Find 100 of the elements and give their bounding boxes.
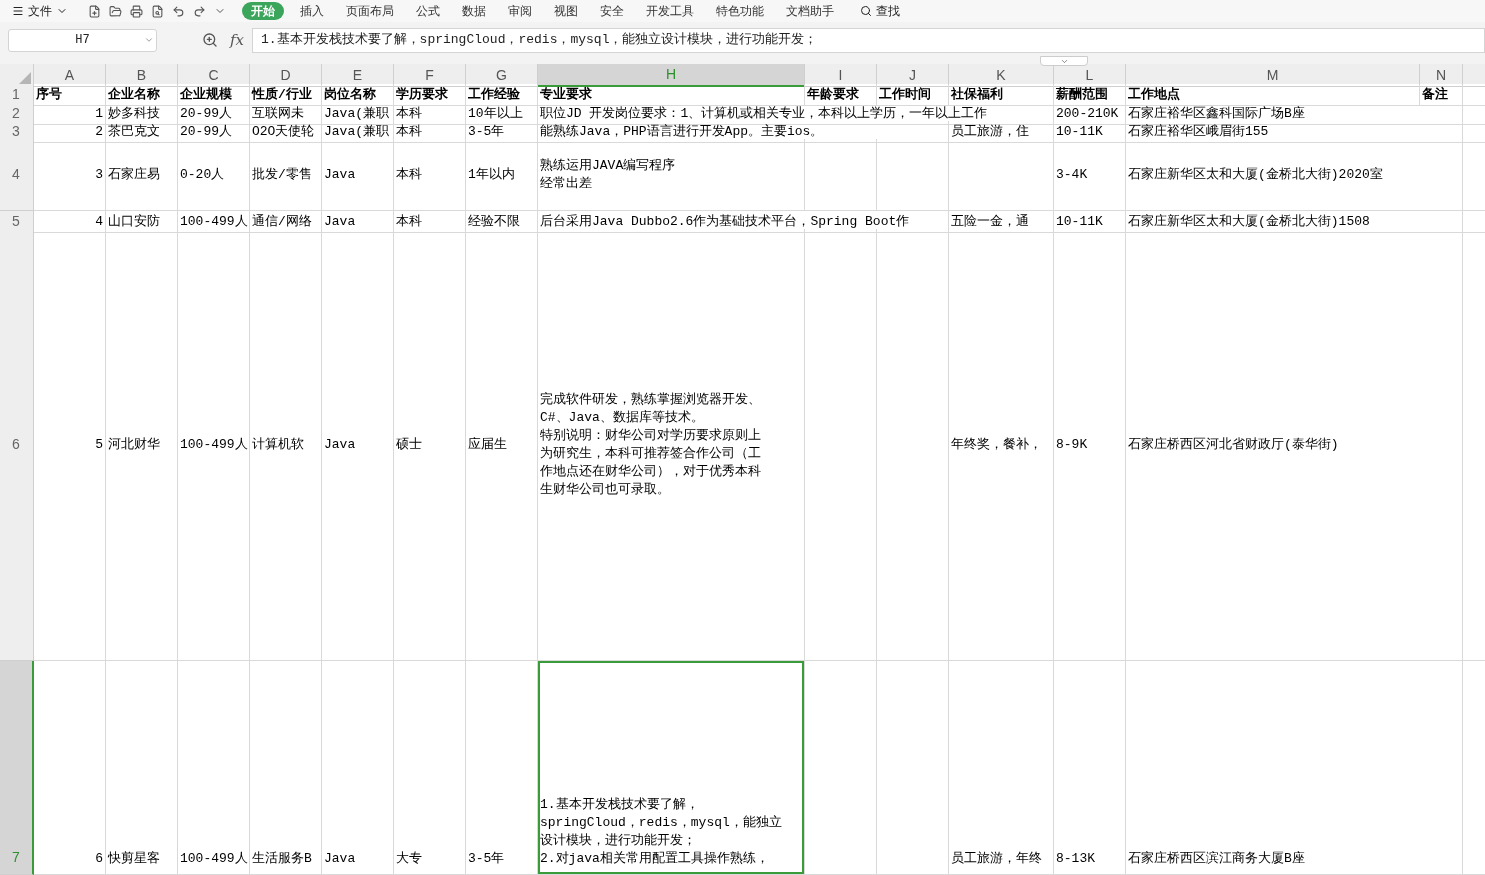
table-cell[interactable]: 10年以上 [466,103,538,125]
name-box[interactable]: H7 [8,28,157,52]
header-cell[interactable]: 岗位名称 [322,84,394,106]
table-cell[interactable]: 100-499人 [178,229,250,661]
table-cell[interactable]: 20-99人 [178,121,250,143]
table-cell[interactable]: 10-11K [1054,121,1126,143]
table-cell[interactable]: 10-11K [1054,211,1126,233]
printer-icon[interactable] [130,4,143,18]
table-cell[interactable]: 能熟练Java，PHP语言进行开发App。主要ios。 [538,121,949,143]
column-header[interactable]: F [394,64,466,87]
table-cell[interactable]: 后台采用Java Dubbo2.6作为基础技术平台，Spring Boot作 [538,211,949,233]
new-file-icon[interactable] [88,4,101,18]
table-cell[interactable]: 河北财华 [106,229,178,661]
table-cell[interactable]: 100-499人 [178,211,250,233]
column-header[interactable]: B [106,64,178,87]
table-cell[interactable]: 3-4K [1054,139,1126,211]
formula-field[interactable]: 1.基本开发栈技术要了解，springCloud，redis，mysql，能独立设计模块，进行功能开发； [252,27,1485,53]
zoom-icon[interactable] [202,32,218,48]
header-cell[interactable]: 薪酬范围 [1054,84,1126,106]
table-cell[interactable]: Java [322,229,394,661]
table-cell[interactable]: 本科 [394,139,466,211]
file-search-icon[interactable] [151,4,164,18]
table-cell[interactable]: 经验不限 [466,211,538,233]
table-cell[interactable]: 计算机软 [250,229,322,661]
column-header[interactable]: N [1420,64,1463,87]
table-cell[interactable]: Java(兼职 [322,121,394,143]
ribbon-tab[interactable]: 公式 [410,2,446,20]
header-cell[interactable]: 工作地点 [1126,84,1420,106]
table-cell[interactable]: 熟练运用JAVA编写程序 经常出差 [538,139,805,211]
table-cell[interactable]: 茶巴克文 [106,121,178,143]
header-cell[interactable]: 工作时间 [877,84,949,106]
ribbon-tab[interactable]: 视图 [548,2,584,20]
table-cell[interactable]: 年终奖，餐补， [949,229,1054,661]
table-cell[interactable]: 3 [34,139,106,211]
table-cell[interactable]: 本科 [394,121,466,143]
header-cell[interactable]: 企业名称 [106,84,178,106]
table-cell[interactable]: 石家庄裕华区峨眉街155 [1126,121,1463,143]
column-header[interactable]: A [34,64,106,87]
ribbon-tab[interactable]: 安全 [594,2,630,20]
table-cell[interactable]: 石家庄裕华区鑫科国际广场B座 [1126,103,1463,125]
folder-icon[interactable] [109,4,122,18]
table-cell[interactable]: 100-499人 [178,661,250,875]
column-header[interactable]: L [1054,64,1126,87]
table-cell[interactable]: Java(兼职 [322,103,394,125]
table-cell[interactable]: 0-20人 [178,139,250,211]
ribbon-tab[interactable]: 审阅 [502,2,538,20]
ribbon-tab[interactable]: 页面布局 [340,2,400,20]
table-cell[interactable]: 职位JD 开发岗位要求：1、计算机或相关专业，本科以上学历，一年以上工作 [538,103,1054,125]
row-header[interactable]: 1 [0,84,34,106]
collapse-toggle[interactable] [1040,56,1088,66]
table-cell[interactable]: 2 [34,121,106,143]
table-cell[interactable]: Java [322,661,394,875]
file-menu[interactable]: 文件 [12,2,68,20]
header-cell[interactable]: 社保福利 [949,84,1054,106]
table-cell[interactable]: 石家庄新华区太和大厦(金桥北大街)2020室 [1126,139,1463,211]
column-header[interactable]: J [877,64,949,87]
empty-cell[interactable] [877,661,949,875]
table-cell[interactable]: Java [322,139,394,211]
table-cell[interactable]: 妙多科技 [106,103,178,125]
table-cell[interactable]: 完成软件研发，熟练掌握浏览器开发、 C#、Java、数据库等技术。 特别说明：财华公司对学历要求原则上 为研究生，本科可推荐签合作公司（工 作地点还在财华公司），对于优秀本科 生财华公司也可录取。 [538,229,805,661]
ribbon-tab[interactable]: 插入 [294,2,330,20]
header-cell[interactable]: 工作经验 [466,84,538,106]
redo-icon[interactable] [193,4,206,18]
header-cell[interactable]: 学历要求 [394,84,466,106]
header-cell[interactable]: 年龄要求 [805,84,877,106]
table-cell[interactable]: 1.基本开发栈技术要了解， springCloud，redis，mysql，能独立 设计模块，进行功能开发； 2.对java相关常用配置工具操作熟练， [538,661,805,875]
column-header[interactable]: I [805,64,877,87]
table-cell[interactable]: 山口安防 [106,211,178,233]
table-cell[interactable]: 石家庄易 [106,139,178,211]
column-header[interactable]: C [178,64,250,87]
table-cell[interactable]: 20-99人 [178,103,250,125]
ribbon-tab[interactable]: 数据 [456,2,492,20]
table-cell[interactable]: 1年以内 [466,139,538,211]
table-cell[interactable]: O2O天使轮 [250,121,322,143]
table-cell[interactable]: 快剪星客 [106,661,178,875]
table-cell[interactable]: 8-9K [1054,229,1126,661]
table-cell[interactable]: 石家庄新华区太和大厦(金桥北大街)1508 [1126,211,1463,233]
table-cell[interactable]: 4 [34,211,106,233]
table-cell[interactable]: 5 [34,229,106,661]
header-cell[interactable]: 序号 [34,84,106,106]
column-header[interactable]: M [1126,64,1420,87]
search-button[interactable]: 查找 [860,2,900,20]
table-cell[interactable]: 石家庄桥西区河北省财政厅(泰华街) [1126,229,1463,661]
header-cell[interactable]: 专业要求 [538,84,805,106]
column-header[interactable]: K [949,64,1054,87]
table-cell[interactable]: 硕士 [394,229,466,661]
undo-icon[interactable] [172,4,185,18]
column-header[interactable]: E [322,64,394,87]
ribbon-tab[interactable]: 特色功能 [710,2,770,20]
table-cell[interactable]: 应届生 [466,229,538,661]
empty-cell[interactable] [805,139,877,211]
table-cell[interactable]: Java [322,211,394,233]
table-cell[interactable]: 员工旅游，年终 [949,661,1054,875]
table-cell[interactable]: 通信/网络 [250,211,322,233]
table-cell[interactable]: 本科 [394,211,466,233]
table-cell[interactable]: 生活服务B [250,661,322,875]
empty-cell[interactable] [805,661,877,875]
table-cell[interactable]: 员工旅游，住 [949,121,1054,143]
table-cell[interactable]: 大专 [394,661,466,875]
table-cell[interactable]: 互联网未 [250,103,322,125]
